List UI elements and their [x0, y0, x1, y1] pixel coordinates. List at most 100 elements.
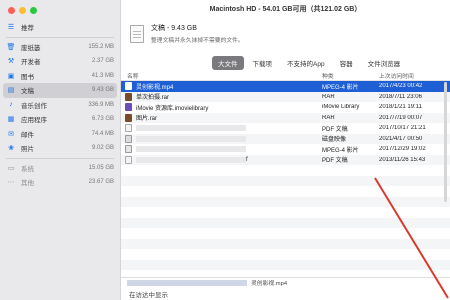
- tab-3[interactable]: 容器: [334, 56, 359, 70]
- path-redacted: [127, 279, 247, 286]
- sidebar-item-size: 23.67 GB: [88, 179, 114, 186]
- table-row[interactable]: 单次拍摄.rar RAR 2018/7/11 23:06: [121, 91, 450, 102]
- table-row[interactable]: f PDF 文稿 2013/11/26 15:43: [121, 154, 450, 165]
- sidebar-item-label: 应用程序: [21, 117, 47, 125]
- redacted-name: [136, 156, 246, 163]
- table-row[interactable]: PDF 文稿 2017/10/17 21:21: [121, 123, 450, 134]
- sidebar-item-0[interactable]: ☰ 推荐: [0, 20, 120, 35]
- sidebar-item-3[interactable]: ▣ 图书 41.3 MB: [0, 69, 120, 84]
- sidebar-item-label: 开发者: [21, 59, 41, 67]
- table-row: [121, 207, 450, 218]
- recommend-icon: ☰: [7, 24, 15, 32]
- sidebar-item-label: 系统: [21, 165, 34, 173]
- sidebar-item-label: 废纸篓: [21, 44, 41, 52]
- file-table: 名称 种类 上次访问时间 灵创影视.mp4 MPEG-4 影片 2017/4/23 …: [121, 70, 450, 270]
- sidebar-item-9[interactable]: ▭ 系统 15.05 GB: [0, 161, 120, 176]
- file-mpeg-icon: [125, 145, 132, 154]
- table-row: [121, 228, 450, 239]
- file-kind: MPEG-4 影片: [322, 84, 359, 91]
- file-last-accessed: 2017/12/29 19:02: [379, 146, 426, 153]
- document-icon: ▤: [7, 87, 15, 95]
- sidebar-item-size: 2.37 GB: [91, 58, 114, 65]
- show-in-finder-link[interactable]: 在访达中显示: [121, 288, 450, 300]
- file-rar-icon: [125, 113, 132, 122]
- scrollbar[interactable]: [444, 82, 447, 202]
- table-row: [121, 186, 450, 197]
- column-name-header[interactable]: 名称: [121, 71, 322, 80]
- file-kind: RAR: [322, 114, 335, 121]
- table-row[interactable]: MPEG-4 影片 2017/12/29 19:02: [121, 144, 450, 155]
- table-row: [121, 196, 450, 207]
- tab-0[interactable]: 大文件: [212, 56, 244, 70]
- file-movie-icon: [125, 82, 132, 91]
- sidebar-item-1[interactable]: 🗑 废纸篓 155.2 MB: [0, 40, 120, 55]
- sidebar-item-4[interactable]: ▤ 文稿 9.43 GB: [3, 83, 117, 98]
- column-date-header[interactable]: 上次访问时间: [379, 71, 450, 80]
- table-row: [121, 175, 450, 186]
- tab-2[interactable]: 不支持的App: [281, 56, 331, 70]
- zoom-button[interactable]: [30, 7, 37, 14]
- table-row[interactable]: iMovie 资源库.imovielibrary iMovie Library 20…: [121, 102, 450, 113]
- tab-1[interactable]: 下载项: [247, 56, 279, 70]
- column-kind-header[interactable]: 种类: [322, 71, 379, 80]
- file-kind: 磁盘映像: [322, 137, 347, 144]
- sidebar-item-size: 336.9 MB: [88, 101, 114, 108]
- sidebar-item-label: 图书: [21, 73, 34, 81]
- sidebar-item-7[interactable]: ✉ 邮件 74.4 MB: [0, 127, 120, 142]
- file-kind: PDF 文稿: [322, 158, 348, 165]
- table-row[interactable]: 磁盘映像 2021/4/17 00:50: [121, 133, 450, 144]
- other-icon: ⋯: [7, 179, 15, 187]
- table-row: [121, 259, 450, 270]
- sidebar-item-10[interactable]: ⋯ 其他 23.67 GB: [0, 175, 120, 190]
- file-kind: MPEG-4 影片: [322, 147, 359, 154]
- file-disk-icon: [125, 134, 132, 143]
- path-filename[interactable]: 灵创影视.mp4: [251, 278, 287, 287]
- sidebar-item-2[interactable]: ⚒ 开发者 2.37 GB: [0, 54, 120, 69]
- table-row: [121, 217, 450, 228]
- table-row: [121, 165, 450, 176]
- category-header: 文稿 - 9.43 GB 整理文稿并永久抹掉不需要的文件。: [130, 23, 244, 44]
- sidebar-divider: [6, 157, 114, 159]
- sidebar-item-6[interactable]: ▦ 应用程序 6.73 GB: [0, 112, 120, 127]
- file-name: 图片.rar: [136, 116, 158, 123]
- file-imovie-icon: [125, 103, 132, 112]
- file-name-cell: 单次拍摄.rar: [121, 92, 322, 101]
- sidebar-item-label: 推荐: [21, 25, 34, 33]
- table-header: 名称 种类 上次访问时间: [121, 70, 450, 81]
- sidebar-item-label: 音乐创作: [21, 102, 47, 110]
- table-row[interactable]: 灵创影视.mp4 MPEG-4 影片 2017/4/23 00:42: [121, 81, 450, 92]
- file-name: iMovie 资源库.imovielibrary: [136, 105, 209, 112]
- file-name-cell: f: [121, 155, 322, 164]
- redacted-name: [136, 146, 246, 153]
- minimize-button[interactable]: [19, 7, 26, 14]
- sidebar-item-size: 9.02 GB: [91, 145, 114, 152]
- file-last-accessed: 2013/11/26 15:43: [379, 156, 426, 163]
- system-icon: ▭: [7, 164, 15, 172]
- sidebar-item-size: 41.3 MB: [91, 72, 114, 79]
- sidebar-list: ☰ 推荐 🗑 废纸篓 155.2 MB ⚒ 开发者 2.37 GB ▣ 图书 41.3 MB ▤ 文稿 9…: [0, 20, 120, 190]
- file-kind: RAR: [322, 93, 335, 100]
- storage-management-window: ☰ 推荐 🗑 废纸篓 155.2 MB ⚒ 开发者 2.37 GB ▣ 图书 41.3 MB ▤ 文稿 9…: [0, 0, 450, 300]
- tab-bar: 大文件 下载项 不支持的App 容器 文件浏览器: [212, 56, 406, 70]
- window-title: Macintosh HD - 54.01 GB可用（共121.02 GB）: [209, 5, 362, 13]
- tab-4[interactable]: 文件浏览器: [362, 56, 407, 70]
- sidebar-item-8[interactable]: ❀ 照片 9.02 GB: [0, 141, 120, 156]
- document-icon: [130, 24, 144, 43]
- file-name: 灵创影视.mp4: [136, 84, 174, 91]
- trash-icon: 🗑: [6, 43, 16, 51]
- file-name-cell: 灵创影视.mp4: [121, 82, 322, 91]
- table-row: [121, 249, 450, 260]
- developer-icon: ⚒: [7, 58, 15, 66]
- sidebar-item-size: 155.2 MB: [88, 43, 114, 50]
- sidebar: ☰ 推荐 🗑 废纸篓 155.2 MB ⚒ 开发者 2.37 GB ▣ 图书 41.3 MB ▤ 文稿 9…: [0, 0, 121, 300]
- table-row[interactable]: 图片.rar RAR 2017/7/19 00:07: [121, 112, 450, 123]
- sidebar-item-size: 15.05 GB: [88, 164, 114, 171]
- file-last-accessed: 2021/4/17 00:50: [379, 135, 423, 142]
- file-last-accessed: 2017/10/17 21:21: [379, 125, 426, 132]
- category-description: 整理文稿并永久抹掉不需要的文件。: [151, 38, 244, 44]
- sidebar-item-label: 其他: [21, 180, 34, 188]
- close-button[interactable]: [8, 7, 15, 14]
- app-icon: ▦: [7, 116, 15, 124]
- file-pdf-icon: [125, 124, 132, 133]
- sidebar-item-5[interactable]: ♪ 音乐创作 336.9 MB: [0, 98, 120, 113]
